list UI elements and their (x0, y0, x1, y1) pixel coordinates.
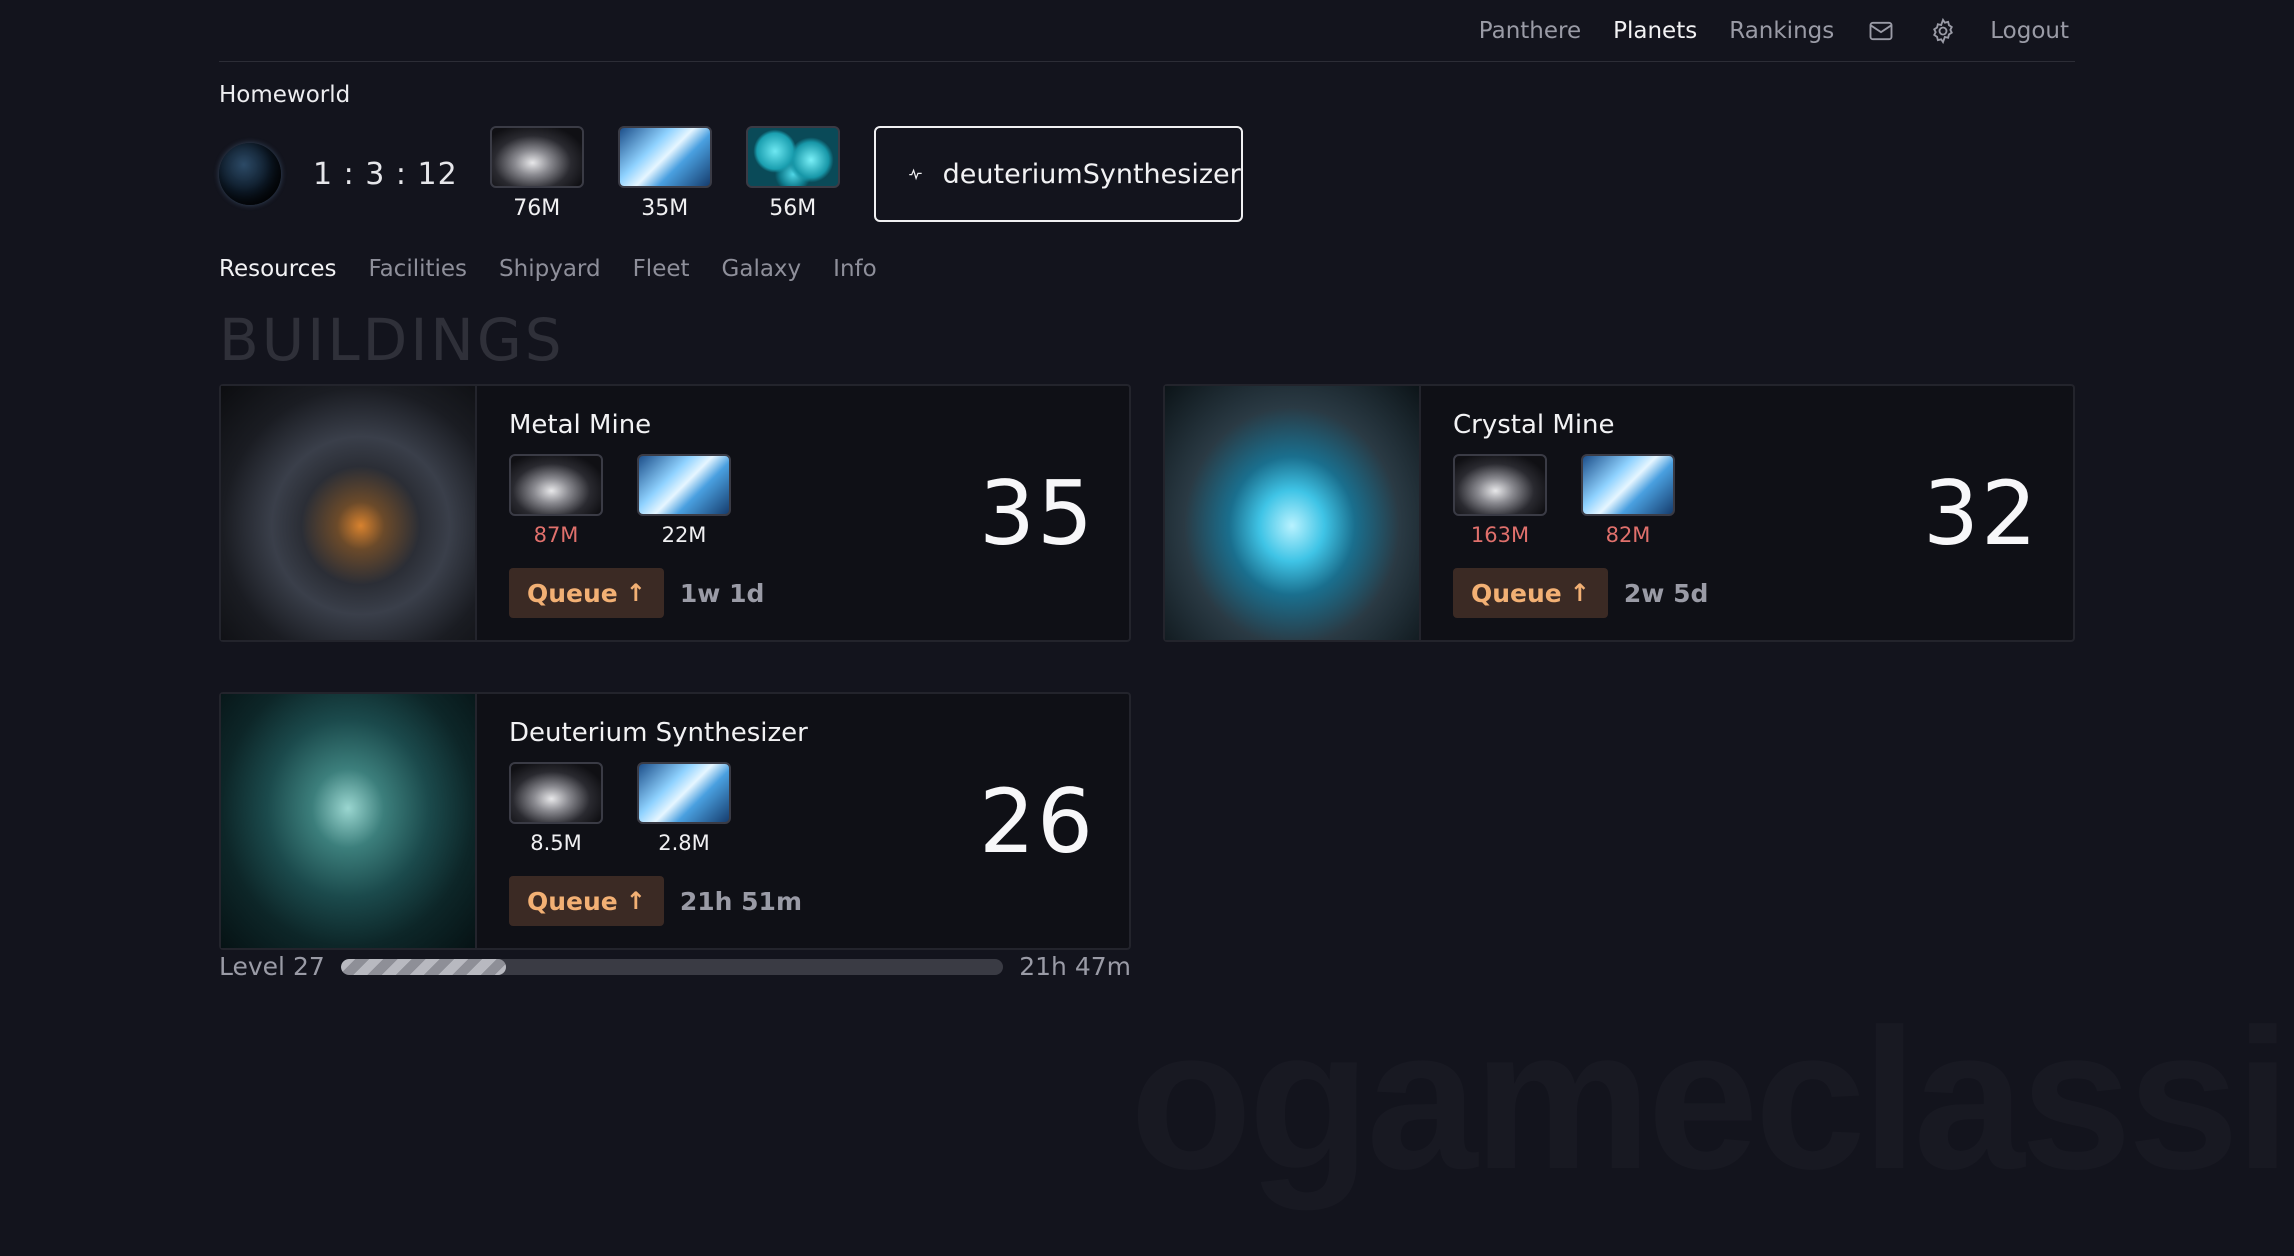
building-costs: 163M 82M (1453, 454, 1675, 547)
planet-coordinates: 1 : 3 : 12 (313, 157, 458, 192)
arrow-up-icon: ↑ (1569, 579, 1590, 607)
building-level: 32 (1923, 462, 2039, 565)
metal-amount: 76M (513, 196, 561, 221)
metal-mine-image (221, 386, 477, 640)
main-container: Panthere Planets Rankings Logout Homewor… (219, 0, 2075, 1004)
nav-rankings[interactable]: Rankings (1729, 18, 1834, 44)
section-tabs: Resources Facilities Shipyard Fleet Gala… (219, 256, 2075, 282)
cost-metal-value: 8.5M (530, 831, 582, 855)
planet-overview: 1 : 3 : 12 76M 35M 56M deuteriumSynthesi… (219, 126, 2075, 224)
planet-name: Homeworld (219, 82, 351, 108)
building-name: Deuterium Synthesizer (509, 718, 808, 748)
building-card-deuterium-synthesizer: Deuterium Synthesizer 8.5M 2.8M Queue ↑ … (219, 692, 1131, 950)
cost-crystal-value: 22M (661, 523, 707, 547)
cost-crystal-value: 2.8M (658, 831, 710, 855)
queue-label: Queue (527, 886, 618, 916)
activity-icon (908, 168, 922, 181)
gear-icon[interactable] (1928, 16, 1958, 46)
crystal-icon (637, 762, 731, 824)
building-actions: Queue ↑ 2w 5d (1453, 568, 1708, 618)
crystal-icon (1581, 454, 1675, 516)
deuterium-amount: 56M (769, 196, 817, 221)
resource-stock: 76M 35M 56M (489, 126, 840, 221)
metal-icon (509, 762, 603, 824)
selector-value: deuteriumSynthesizer (942, 158, 1241, 190)
deuterium-icon (745, 126, 840, 188)
building-name: Crystal Mine (1453, 410, 1615, 440)
building-actions: Queue ↑ 21h 51m (509, 876, 802, 926)
top-nav: Panthere Planets Rankings Logout (219, 0, 2075, 62)
section-title: BUILDINGS (219, 306, 565, 374)
progress-bar-fill (340, 958, 507, 975)
crystal-mine-image (1165, 386, 1421, 640)
cost-metal-value: 163M (1470, 523, 1530, 547)
tab-fleet[interactable]: Fleet (633, 256, 690, 282)
crystal-icon (617, 126, 712, 188)
building-level: 35 (979, 462, 1095, 565)
queue-button[interactable]: Queue ↑ (1453, 568, 1608, 618)
crystal-icon (637, 454, 731, 516)
queue-button[interactable]: Queue ↑ (509, 568, 664, 618)
build-duration: 2w 5d (1623, 578, 1709, 608)
tab-info[interactable]: Info (833, 256, 877, 282)
building-actions: Queue ↑ 1w 1d (509, 568, 764, 618)
tab-resources[interactable]: Resources (219, 256, 336, 282)
progress-remaining: 21h 47m (1019, 952, 1131, 981)
building-name: Metal Mine (509, 410, 652, 440)
deuterium-synthesizer-image (221, 694, 477, 948)
progress-level-label: Level 27 (219, 952, 325, 981)
building-card-crystal-mine: Crystal Mine 163M 82M Queue ↑ 2w 5d 32 (1163, 384, 2075, 642)
cost-metal: 163M (1453, 454, 1547, 547)
nav-player[interactable]: Panthere (1479, 18, 1581, 44)
building-level: 26 (979, 770, 1095, 873)
cost-crystal: 82M (1581, 454, 1675, 547)
resource-metal: 76M (489, 126, 584, 221)
cost-crystal: 22M (637, 454, 731, 547)
logout-link[interactable]: Logout (1990, 18, 2069, 44)
building-selector[interactable]: deuteriumSynthesizer (873, 126, 1243, 222)
tab-galaxy[interactable]: Galaxy (722, 256, 802, 282)
building-costs: 8.5M 2.8M (509, 762, 731, 855)
build-duration: 21h 51m (679, 886, 803, 916)
mail-icon[interactable] (1866, 16, 1896, 46)
arrow-up-icon: ↑ (625, 887, 646, 915)
nav-planets[interactable]: Planets (1613, 18, 1697, 44)
construction-progress: Level 27 21h 47m (219, 952, 1131, 981)
resource-crystal: 35M (617, 126, 712, 221)
cost-metal: 8.5M (509, 762, 603, 855)
tab-facilities[interactable]: Facilities (368, 256, 467, 282)
watermark: ogameclassic (1130, 988, 2294, 1211)
cost-crystal: 2.8M (637, 762, 731, 855)
building-costs: 87M 22M (509, 454, 731, 547)
build-duration: 1w 1d (679, 578, 765, 608)
queue-button[interactable]: Queue ↑ (509, 876, 664, 926)
cost-crystal-value: 82M (1605, 523, 1651, 547)
metal-icon (509, 454, 603, 516)
cost-metal: 87M (509, 454, 603, 547)
tab-shipyard[interactable]: Shipyard (499, 256, 601, 282)
planet-icon[interactable] (219, 143, 281, 205)
buildings-grid: Metal Mine 87M 22M Queue ↑ 1w 1d 35 Crys… (219, 384, 2075, 1004)
progress-bar (340, 958, 1004, 975)
resource-deuterium: 56M (745, 126, 840, 221)
building-card-metal-mine: Metal Mine 87M 22M Queue ↑ 1w 1d 35 (219, 384, 1131, 642)
queue-label: Queue (1471, 578, 1562, 608)
metal-icon (1453, 454, 1547, 516)
crystal-amount: 35M (641, 196, 689, 221)
arrow-up-icon: ↑ (625, 579, 646, 607)
cost-metal-value: 87M (533, 523, 579, 547)
metal-icon (489, 126, 584, 188)
queue-label: Queue (527, 578, 618, 608)
